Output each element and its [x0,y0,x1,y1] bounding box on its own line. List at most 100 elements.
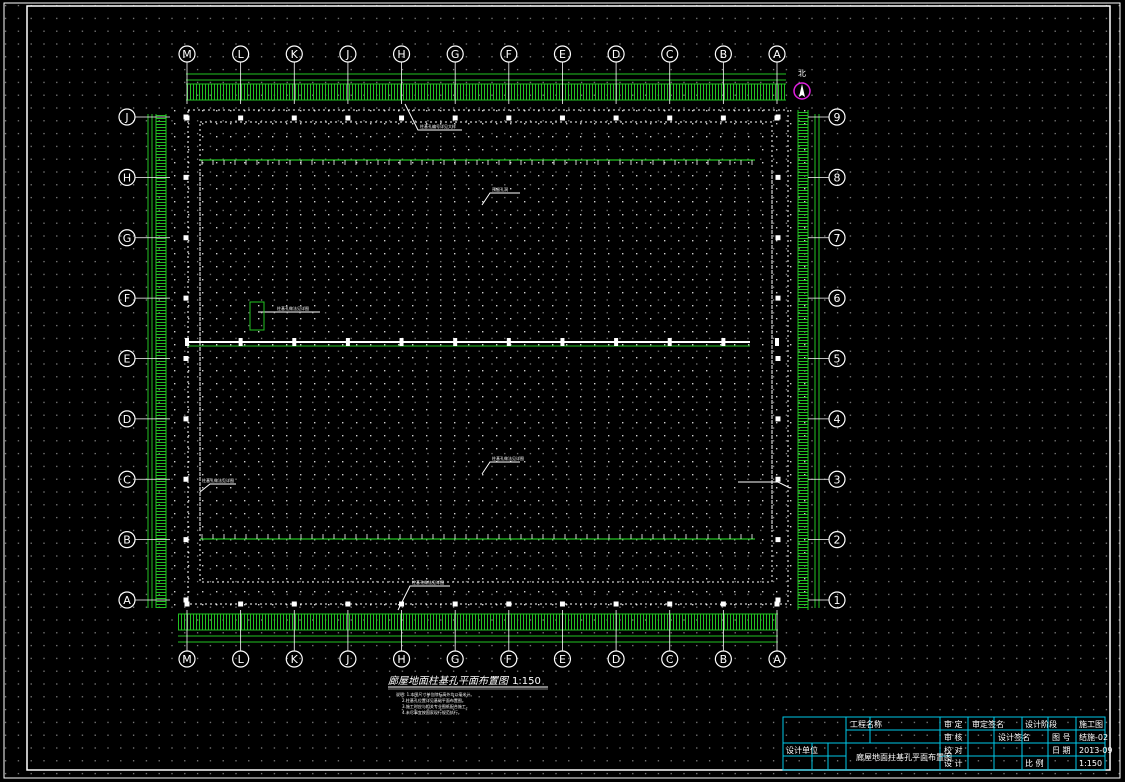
tb-date: 2013-09 [1079,746,1112,755]
grid-bubble-top-c-label: C [666,48,674,61]
grid-bubble-right-5-label: 5 [834,353,841,366]
callout-text: 柱基孔编号详见大样 [420,123,456,129]
note-line: 说明: 1.本图尺寸单位除标高外均以毫米计。 [396,691,474,697]
grid-bubble-bottom-j-label: J [345,653,349,666]
tb-role-2: 校 对 [944,745,963,755]
column-base [775,356,781,361]
tb-sheet-no-label: 图 号 [1052,733,1071,742]
callout-text: 预留孔洞 [492,186,508,192]
column-base [183,235,189,241]
grid-bubble-top-g-label: G [451,48,460,61]
grid-bubble-top-h-label: H [397,48,405,61]
column-base [292,338,297,346]
grid-bubble-bottom-m-label: M [182,653,192,666]
column-base [559,115,565,121]
grid-bubble-bottom-a-label: A [773,653,781,666]
grid-bubble-bottom-c-label: C [666,653,674,666]
column-base [775,174,781,180]
tb-scale-value: 1:150 [1079,759,1102,768]
grid-bubble-bottom-b-label: B [720,653,728,666]
column-base [183,295,189,301]
callout-text: 柱基孔做法见详图 [412,579,444,585]
grid-bubble-top-k-label: K [291,48,299,61]
column-base [720,601,726,607]
grid-bubble-left-d-label: D [123,413,131,426]
callout-text: 柱基孔做法见详图 [277,305,309,311]
grid-bubble-right-8-label: 8 [834,171,841,184]
grid-bubble-left-b-label: B [123,534,131,547]
grid-bubble-left-g-label: G [123,232,132,245]
column-base [506,601,512,607]
column-base [614,338,619,346]
column-base [721,338,726,346]
grid-bubble-right-2-label: 2 [834,534,841,547]
column-base [345,338,350,346]
grid-bubble-right-6-label: 6 [834,292,841,305]
grid-bubble-right-1-label: 1 [834,594,841,607]
column-base [291,115,297,121]
grid-bubble-bottom-k-label: K [291,653,299,666]
column-base [452,601,458,607]
grid-bubble-left-e-label: E [124,353,131,366]
column-base [183,416,189,422]
grid-bubble-left-j-label: J [124,111,128,124]
column-base [559,601,565,607]
tb-drawing-name: 廊屋地面柱基孔平面布置图 [856,752,952,762]
column-base [613,601,619,607]
column-base [183,114,189,120]
note-line: 4.未尽事宜按国家现行规范执行。 [402,709,462,715]
tb-drawn: 设计签名 [998,732,1030,742]
grid-bubble-bottom-d-label: D [612,653,620,666]
column-base [345,601,351,607]
grid-bubble-top-b-label: B [720,48,728,61]
column-base [183,174,189,180]
column-base [775,235,781,241]
drawing-title: 廊屋地面柱基孔平面布置图 [388,675,510,687]
drawing-scale: 1:150 [512,676,541,687]
column-base [183,476,189,482]
column-base [291,601,297,607]
cad-drawing-sheet: M L K J H G F E D C B A M L K J H G F E D C B A J H G F E D C B A 9 8 7 6… [0,0,1125,782]
grid-bubble-top-d-label: D [612,48,620,61]
tb-role-0: 审 定 [944,719,963,729]
grid-bubble-top-f-label: F [506,48,512,61]
column-base [452,115,458,121]
grid-bubble-right-4-label: 4 [834,413,841,426]
column-base [183,537,189,543]
note-line: 3.施工时应与相关专业图纸配合施工。 [402,703,470,709]
grid-bubble-left-f-label: F [124,292,130,305]
grid-bubble-top-e-label: E [559,48,566,61]
column-base [720,115,726,121]
tb-sheet-no: 结施-02 [1079,732,1108,742]
grid-bubble-top-j-label: J [345,48,349,61]
callout-text: 柱基孔做法见详图 [492,455,524,461]
column-base [183,597,189,603]
tb-role-1: 审 核 [944,732,963,742]
tb-checked: 审定签名 [972,719,1004,729]
column-base [613,115,619,121]
tb-project-label: 工程名称 [850,719,882,729]
column-base [238,338,243,346]
column-base [185,338,189,346]
tb-date-label: 日 期 [1052,746,1071,755]
grid-bubble-right-7-label: 7 [834,232,841,245]
grid-bubble-top-a-label: A [773,48,781,61]
column-base [775,537,781,543]
column-base [506,338,511,346]
grid-bubble-right-9-label: 9 [834,111,841,124]
column-base [775,416,781,422]
column-base [506,115,512,121]
tb-design-unit: 设计单位 [786,745,818,755]
grid-bubble-left-c-label: C [123,473,131,486]
column-base [453,338,458,346]
tb-role-3: 设 计 [944,758,963,768]
grid-bubble-left-a-label: A [123,594,131,607]
column-base [183,356,189,361]
column-base [775,338,779,346]
grid-bubble-bottom-g-label: G [451,653,460,666]
column-base [667,338,672,346]
column-base [775,476,781,482]
grid-bubble-right-3-label: 3 [834,473,841,486]
grid-bubble-bottom-l-label: L [238,653,245,666]
column-base [775,597,781,603]
